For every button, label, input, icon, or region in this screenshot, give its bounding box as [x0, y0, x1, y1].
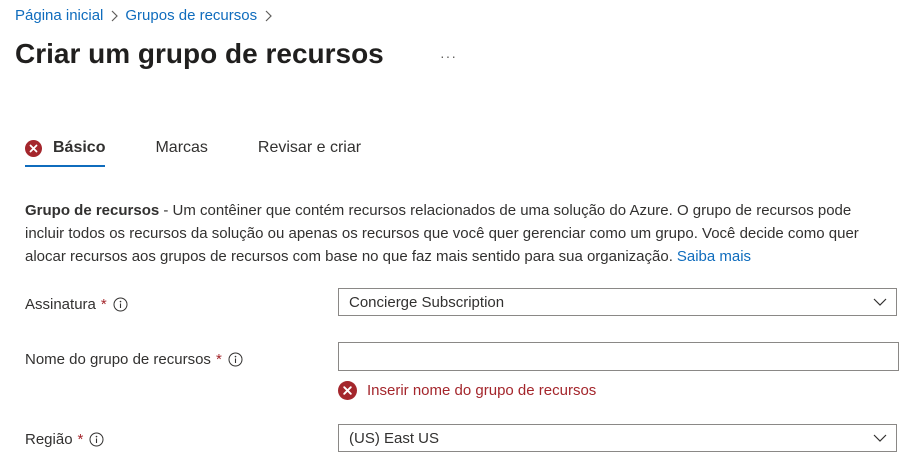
required-marker: * [215, 351, 222, 368]
error-circle-icon [25, 139, 42, 157]
description-heading: Grupo de recursos [25, 202, 160, 219]
region-selected-value: (US) East US [349, 429, 440, 447]
tab-bar: Básico Marcas Revisar e criar [25, 133, 361, 167]
info-icon[interactable] [113, 297, 128, 312]
learn-more-link[interactable]: Saiba mais [677, 248, 751, 265]
resource-group-name-error: Inserir nome do grupo de recursos [338, 381, 596, 400]
subscription-select[interactable]: Concierge Subscription [338, 288, 897, 316]
region-label-row: Região * [25, 431, 104, 448]
info-icon[interactable] [228, 352, 243, 367]
resource-group-name-label-row: Nome do grupo de recursos * [25, 351, 243, 368]
tab-review-create-label: Revisar e criar [257, 139, 362, 156]
tab-tags[interactable]: Marcas [155, 133, 207, 163]
page-title: Criar um grupo de recursos [15, 38, 384, 69]
breadcrumb-resource-groups-link[interactable]: Grupos de recursos [125, 7, 257, 24]
region-label: Região [25, 431, 73, 448]
required-marker: * [100, 296, 107, 313]
error-message-text: Inserir nome do grupo de recursos [367, 382, 597, 399]
resource-group-name-input[interactable] [338, 342, 899, 371]
chevron-down-icon [873, 296, 887, 308]
region-select[interactable]: (US) East US [338, 424, 897, 452]
tab-review-create[interactable]: Revisar e criar [258, 133, 361, 163]
chevron-right-icon [263, 10, 273, 22]
tab-tags-label: Marcas [155, 139, 208, 156]
breadcrumb: Página inicial Grupos de recursos [15, 7, 273, 24]
subscription-selected-value: Concierge Subscription [349, 293, 505, 311]
subscription-label: Assinatura [25, 296, 96, 313]
chevron-right-icon [109, 10, 119, 22]
tab-basics[interactable]: Básico [25, 133, 106, 167]
info-icon[interactable] [89, 432, 104, 447]
required-marker: * [77, 431, 84, 448]
more-options-button[interactable]: ··· [440, 48, 457, 64]
resource-group-name-label: Nome do grupo de recursos [25, 351, 211, 368]
chevron-down-icon [873, 432, 887, 444]
breadcrumb-home-link[interactable]: Página inicial [15, 7, 103, 24]
tab-basics-label: Básico [53, 139, 106, 156]
resource-group-description: Grupo de recursos - Um contêiner que con… [25, 199, 885, 268]
subscription-label-row: Assinatura * [25, 296, 128, 313]
error-circle-icon [338, 381, 357, 400]
